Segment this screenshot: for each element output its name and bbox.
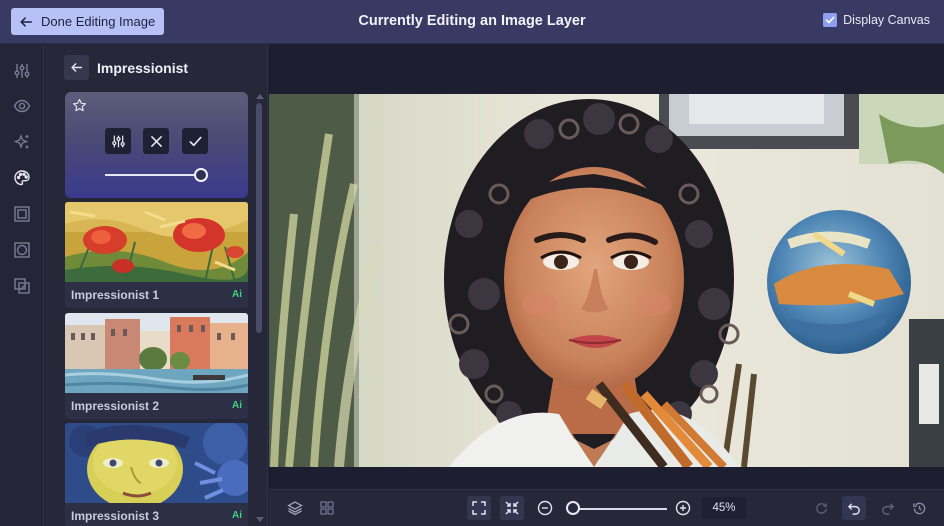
zoom-slider-handle[interactable]: [566, 501, 580, 515]
filter-label: Impressionist 2: [71, 399, 160, 413]
display-canvas-checkbox[interactable]: [823, 13, 838, 27]
apply-filter-button[interactable]: [182, 128, 208, 154]
grid-button[interactable]: [315, 496, 339, 520]
canvas-area[interactable]: [269, 45, 944, 489]
panel-scrollbar-thumb[interactable]: [256, 103, 262, 333]
adjustments-icon[interactable]: [12, 61, 32, 81]
palette-icon[interactable]: [12, 168, 32, 188]
zoom-level[interactable]: 45%: [702, 497, 746, 519]
layers-overlap-icon[interactable]: [12, 276, 32, 296]
active-filter-card: [65, 92, 248, 198]
layers-icon: [287, 501, 303, 516]
scroll-down-icon[interactable]: [256, 517, 264, 523]
fit-screen-button[interactable]: [467, 496, 491, 520]
sliders-icon: [111, 135, 125, 147]
zoom-in-icon: [675, 500, 691, 516]
filter-label: Impressionist 1: [71, 288, 160, 302]
shrink-button[interactable]: [500, 496, 524, 520]
refresh-icon: [815, 502, 827, 514]
arrow-left-icon: [71, 63, 83, 72]
filter-thumbnail-venice: [65, 313, 248, 393]
ai-badge: Ai: [232, 289, 242, 300]
star-icon[interactable]: [72, 98, 87, 118]
filter-thumbnail-poppies: [65, 202, 248, 282]
scroll-up-icon[interactable]: [256, 93, 264, 99]
shrink-icon: [505, 501, 519, 515]
sparkles-icon[interactable]: [12, 132, 32, 152]
arrow-left-icon: [20, 16, 32, 27]
redo-icon: [881, 502, 894, 515]
done-editing-label: Done Editing Image: [41, 14, 156, 29]
intensity-slider-track[interactable]: [105, 174, 201, 176]
panel-scrollbar[interactable]: [255, 45, 265, 526]
undo-button[interactable]: [842, 496, 866, 520]
zoom-out-button[interactable]: [533, 496, 557, 520]
filter-label: Impressionist 3: [71, 509, 160, 523]
canvas-image[interactable]: [269, 94, 944, 467]
zoom-out-icon: [537, 500, 553, 516]
ai-badge: Ai: [232, 400, 242, 411]
filter-panel: Impressionist Impressionist 1 Ai Impress…: [45, 45, 268, 526]
zoom-in-button[interactable]: [671, 496, 695, 520]
history-button[interactable]: [907, 496, 931, 520]
filter-card[interactable]: Impressionist 3 Ai: [65, 423, 248, 526]
intensity-slider-handle[interactable]: [194, 168, 208, 182]
zoom-slider-track[interactable]: [567, 508, 667, 510]
close-icon: [150, 135, 162, 147]
expand-icon: [472, 501, 486, 515]
panel-back-button[interactable]: [64, 55, 89, 80]
filter-thumbnail-portrait: [65, 423, 248, 503]
eye-icon[interactable]: [12, 96, 32, 116]
panel-title: Impressionist: [97, 59, 189, 76]
done-editing-button[interactable]: Done Editing Image: [11, 8, 165, 35]
layers-button[interactable]: [283, 496, 307, 520]
filter-card[interactable]: Impressionist 2 Ai: [65, 313, 248, 419]
filter-card[interactable]: Impressionist 1 Ai: [65, 202, 248, 308]
ai-badge: Ai: [232, 510, 242, 521]
remove-filter-button[interactable]: [143, 128, 169, 154]
history-icon: [912, 502, 925, 514]
bottom-toolbar: 45%: [269, 489, 944, 526]
display-canvas-label: Display Canvas: [843, 13, 930, 27]
check-icon: [189, 136, 201, 146]
redo-button[interactable]: [875, 496, 899, 520]
check-icon: [825, 16, 835, 24]
rotate-button[interactable]: [809, 496, 833, 520]
frame-icon[interactable]: [12, 204, 32, 224]
tool-rail: [0, 45, 44, 526]
panel-header: Impressionist: [64, 55, 188, 80]
vignette-icon[interactable]: [12, 240, 32, 260]
display-canvas-toggle[interactable]: Display Canvas: [823, 13, 930, 27]
grid-icon: [320, 501, 334, 515]
top-bar: Done Editing Image Currently Editing an …: [0, 0, 944, 44]
filter-settings-button[interactable]: [105, 128, 131, 154]
undo-icon: [847, 502, 860, 515]
